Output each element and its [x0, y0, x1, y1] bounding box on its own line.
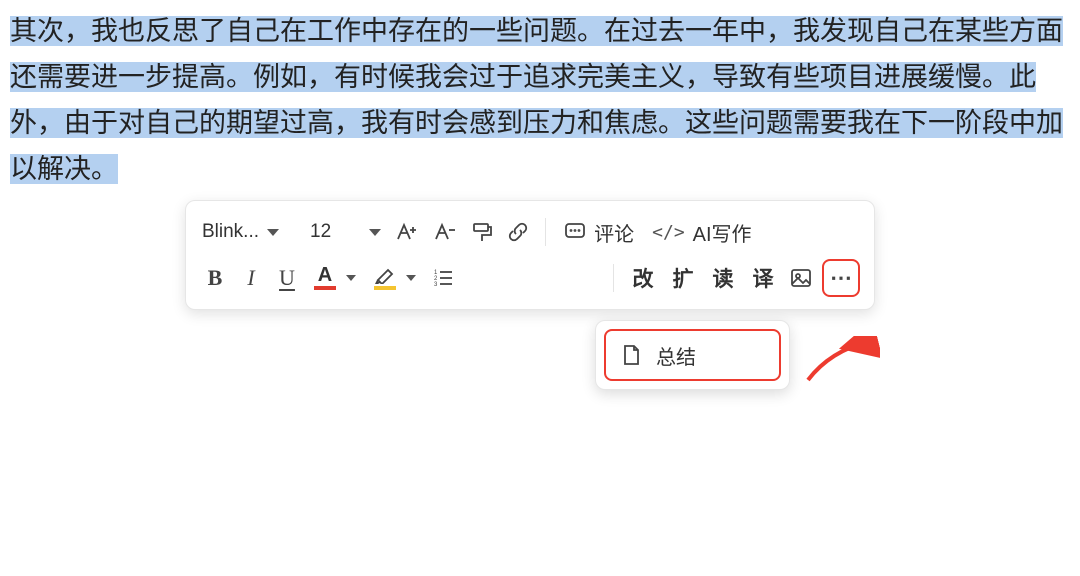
svg-text:3: 3	[434, 282, 438, 288]
bold-button[interactable]: B	[200, 261, 230, 295]
ellipsis-icon: ⋯	[830, 265, 852, 291]
chevron-down-icon	[369, 229, 381, 236]
document-icon	[620, 344, 642, 366]
summary-menu-item[interactable]: 总结	[604, 329, 781, 381]
toolbar-separator	[613, 264, 614, 292]
underline-button[interactable]: U	[272, 261, 302, 295]
chevron-down-icon	[406, 275, 416, 281]
read-button[interactable]: 读	[706, 261, 740, 295]
rewrite-button[interactable]: 改	[626, 261, 660, 295]
insert-link-button[interactable]	[503, 215, 533, 249]
font-size-value: 12	[310, 221, 331, 243]
highlighter-icon	[374, 266, 396, 284]
summary-label: 总结	[656, 341, 696, 370]
toolbar-row-2: B I U A 123 改 扩 读 译 ⋯	[200, 255, 860, 301]
annotation-arrow-icon	[800, 336, 880, 396]
insert-image-button[interactable]	[786, 261, 816, 295]
italic-button[interactable]: I	[236, 261, 266, 295]
highlight-color-swatch	[374, 286, 396, 290]
chevron-down-icon	[267, 229, 279, 236]
highlight-color-button[interactable]	[368, 266, 416, 290]
chevron-down-icon	[346, 275, 356, 281]
toolbar-row-1: Blink... 12 评论 </> AI写作	[200, 209, 860, 255]
decrease-font-button[interactable]	[429, 215, 461, 249]
expand-button[interactable]: 扩	[666, 261, 700, 295]
font-family-value: Blink...	[202, 221, 259, 243]
comment-button[interactable]: 评论	[558, 218, 640, 247]
code-icon: </>	[652, 222, 685, 243]
floating-toolbar: Blink... 12 评论 </> AI写作 B	[185, 200, 875, 310]
font-color-button[interactable]: A	[308, 266, 356, 290]
selected-text[interactable]: 其次，我也反思了自己在工作中存在的一些问题。在过去一年中，我发现自己在某些方面还…	[10, 16, 1063, 184]
comment-icon	[564, 221, 586, 243]
format-painter-button[interactable]	[467, 215, 497, 249]
font-color-swatch	[314, 286, 336, 290]
increase-font-button[interactable]	[391, 215, 423, 249]
more-options-dropdown: 总结	[595, 320, 790, 390]
document-content[interactable]: 其次，我也反思了自己在工作中存在的一些问题。在过去一年中，我发现自己在某些方面还…	[0, 0, 1080, 192]
translate-button[interactable]: 译	[746, 261, 780, 295]
font-size-select[interactable]: 12	[306, 221, 385, 243]
toolbar-separator	[545, 218, 546, 246]
comment-label: 评论	[594, 218, 634, 247]
ai-write-label: AI写作	[693, 218, 752, 247]
ai-write-button[interactable]: </> AI写作	[646, 218, 757, 247]
font-family-select[interactable]: Blink...	[200, 221, 300, 243]
more-options-button[interactable]: ⋯	[822, 259, 860, 297]
numbered-list-button[interactable]: 123	[428, 261, 458, 295]
font-color-icon: A	[318, 266, 332, 284]
